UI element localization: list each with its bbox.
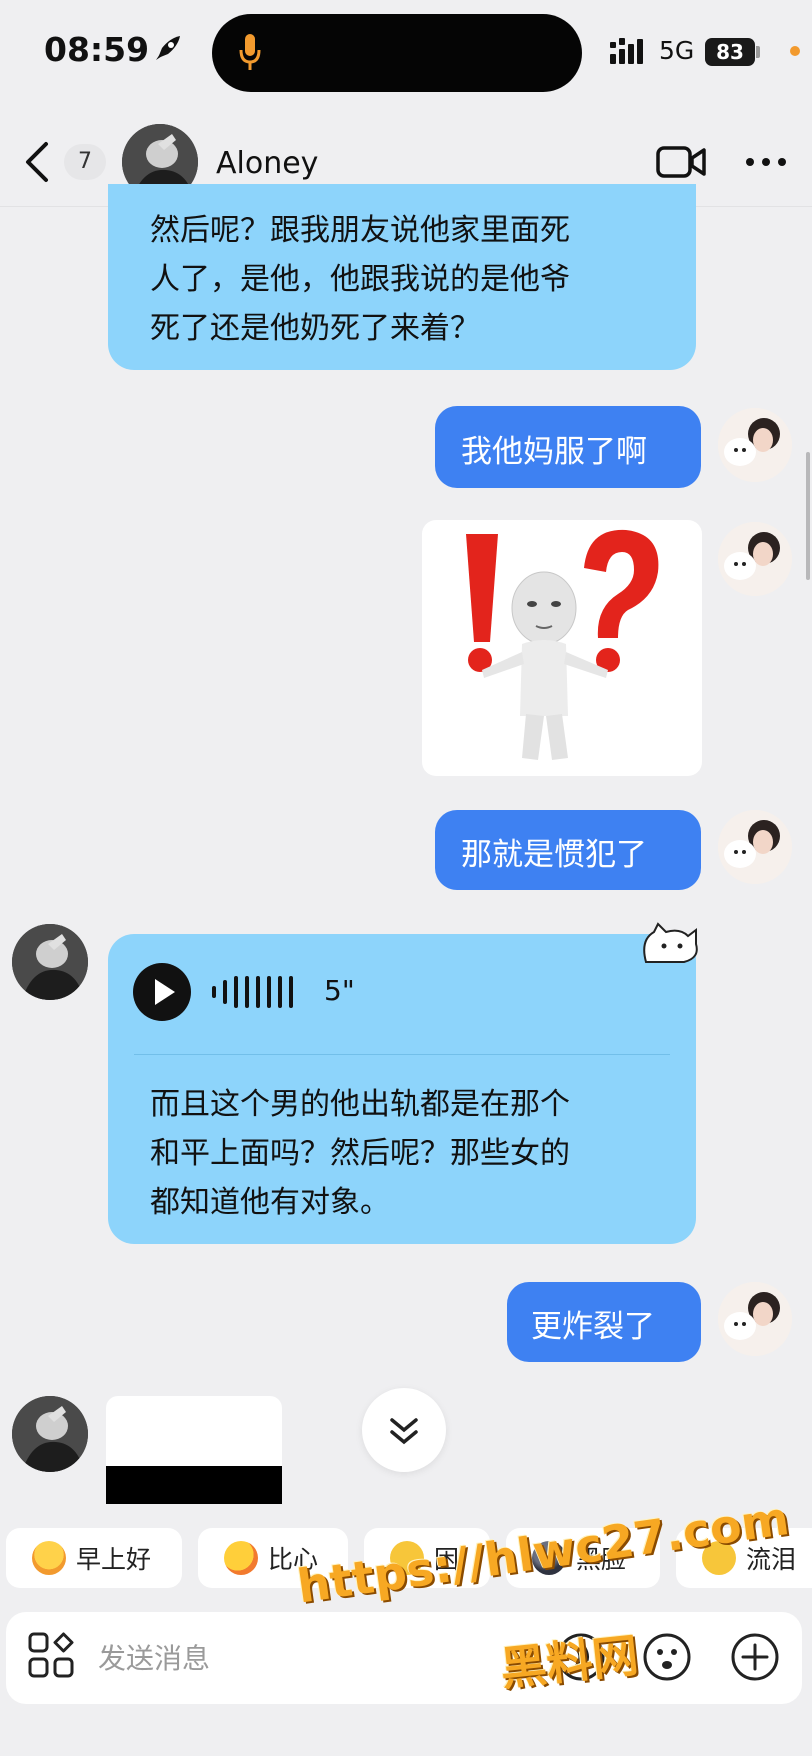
message-input[interactable]: 发送消息: [98, 1637, 210, 1677]
my-avatar[interactable]: [718, 810, 792, 884]
scrollbar[interactable]: [806, 452, 810, 580]
apps-grid-icon[interactable]: [28, 1632, 74, 1678]
watermark-url: https://hlwc27.com: [294, 1491, 793, 1614]
sticker-image[interactable]: [422, 520, 702, 776]
contact-avatar[interactable]: [12, 1396, 88, 1472]
dynamic-island: [212, 14, 582, 92]
message-line: 人了，是他，他跟我说的是他爷: [150, 262, 570, 297]
microphone-icon: [239, 34, 261, 70]
status-time: 08:59: [44, 30, 150, 69]
quick-reply-morning[interactable]: 早上好: [6, 1528, 182, 1588]
my-avatar[interactable]: [718, 1282, 792, 1356]
rocket-icon: [156, 36, 180, 60]
battery-indicator: 83: [705, 38, 755, 66]
double-chevron-down-icon: [390, 1418, 418, 1445]
my-avatar[interactable]: [718, 522, 792, 596]
transcript-line: 而且这个男的他出轨都是在那个: [150, 1087, 570, 1122]
play-button-icon[interactable]: [132, 962, 192, 1022]
video-call-icon[interactable]: [656, 144, 706, 180]
quick-reply-label: 早上好: [76, 1545, 152, 1574]
waveform-icon: [212, 976, 293, 1008]
privacy-dot: [790, 46, 800, 56]
message-text: 更炸裂了: [531, 1309, 655, 1345]
message-line: 死了还是他奶死了来着？: [150, 311, 480, 346]
scroll-to-bottom-button[interactable]: [362, 1388, 446, 1472]
media-message-preview[interactable]: [106, 1396, 282, 1504]
back-arrow-icon[interactable]: [22, 140, 52, 184]
voice-divider: [134, 1054, 670, 1055]
outgoing-message-bubble[interactable]: 更炸裂了: [507, 1282, 701, 1362]
media-dark-strip: [106, 1466, 282, 1504]
voice-duration: 5": [324, 974, 355, 1007]
contact-avatar[interactable]: [12, 924, 88, 1000]
contact-name[interactable]: Aloney: [216, 146, 318, 181]
confused-figure-sticker: [466, 529, 659, 760]
sun-emoji-icon: [32, 1541, 66, 1575]
outgoing-message-bubble[interactable]: 那就是惯犯了: [435, 810, 701, 890]
message-text: 我他妈服了啊: [461, 434, 647, 470]
transcript-line: 都知道他有对象。: [150, 1185, 390, 1220]
battery-tip: [756, 46, 760, 58]
signal-icon: [610, 38, 643, 64]
plus-icon[interactable]: [730, 1632, 780, 1682]
more-options-icon[interactable]: [744, 150, 788, 174]
message-text: 那就是惯犯了: [461, 837, 647, 873]
message-line: 然后呢？跟我朋友说他家里面死: [150, 213, 570, 248]
network-type: 5G: [659, 36, 695, 65]
incoming-message-bubble[interactable]: 然后呢？跟我朋友说他家里面死 人了，是他，他跟我说的是他爷 死了还是他奶死了来着…: [108, 184, 696, 370]
outgoing-message-bubble[interactable]: 我他妈服了啊: [435, 406, 701, 488]
emoji-icon[interactable]: [642, 1632, 692, 1682]
cat-sticker-icon: [643, 922, 698, 963]
my-avatar[interactable]: [718, 408, 792, 482]
transcript-line: 和平上面吗？然后呢？那些女的: [150, 1136, 570, 1171]
heart-hands-emoji-icon: [224, 1541, 258, 1575]
voice-message-bubble[interactable]: 5" 而且这个男的他出轨都是在那个 和平上面吗？然后呢？那些女的 都知道他有对象…: [108, 934, 696, 1244]
unread-count-badge[interactable]: 7: [64, 144, 106, 180]
